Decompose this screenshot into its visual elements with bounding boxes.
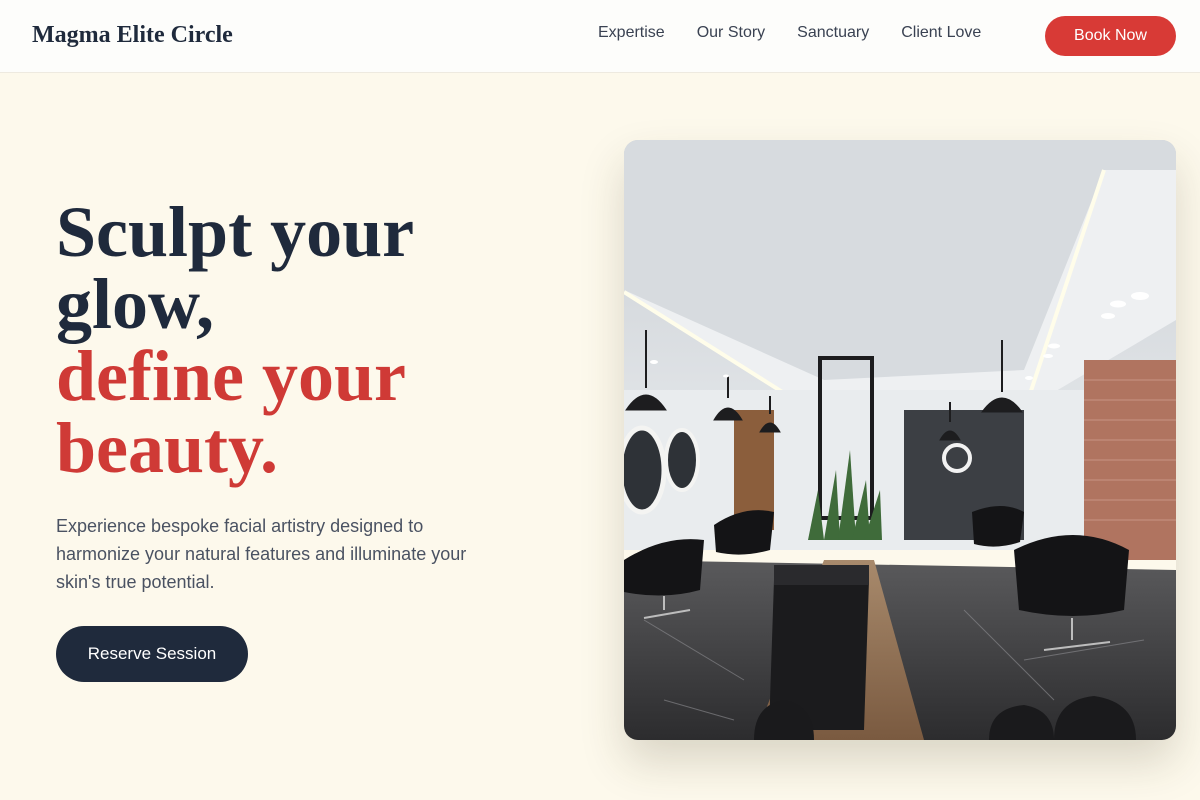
hero-line-2: glow, — [56, 264, 215, 344]
hero-description: Experience bespoke facial artistry desig… — [56, 516, 467, 592]
hero-line-4: beauty. — [56, 408, 279, 488]
hero-line-3: define your — [56, 336, 406, 416]
nav-link-our-story[interactable]: Our Story — [697, 24, 765, 42]
nav-links: Expertise Our Story Sanctuary Client Lov… — [598, 24, 981, 42]
nav-link-client-love[interactable]: Client Love — [901, 24, 981, 42]
brand-logo[interactable]: Magma Elite Circle — [32, 22, 233, 49]
hero-line-1: Sculpt your — [56, 192, 415, 272]
nav-link-sanctuary[interactable]: Sanctuary — [797, 24, 869, 42]
reserve-session-button[interactable]: Reserve Session — [56, 626, 248, 682]
nav-link-expertise[interactable]: Expertise — [598, 24, 665, 42]
salon-photo — [624, 140, 1176, 740]
book-now-button[interactable]: Book Now — [1045, 16, 1176, 56]
salon-illustration — [624, 140, 1176, 740]
top-navigation: Magma Elite Circle Expertise Our Story S… — [0, 0, 1200, 73]
hero-heading: Sculpt your glow, define your beauty. — [56, 196, 556, 484]
